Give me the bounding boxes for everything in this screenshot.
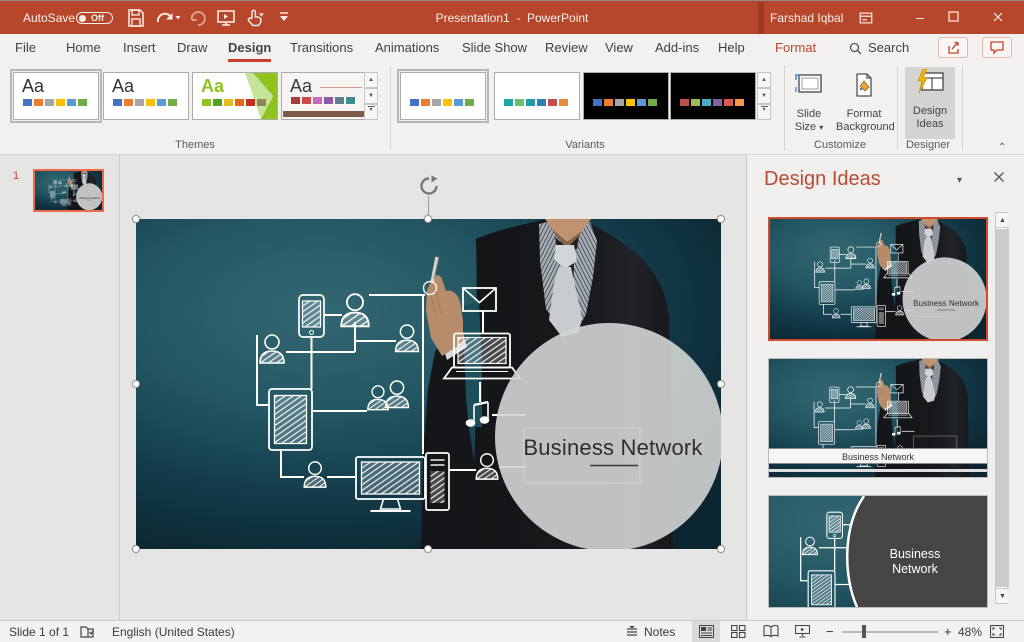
svg-text:Network: Network (892, 562, 939, 576)
svg-text:Business: Business (890, 547, 941, 561)
